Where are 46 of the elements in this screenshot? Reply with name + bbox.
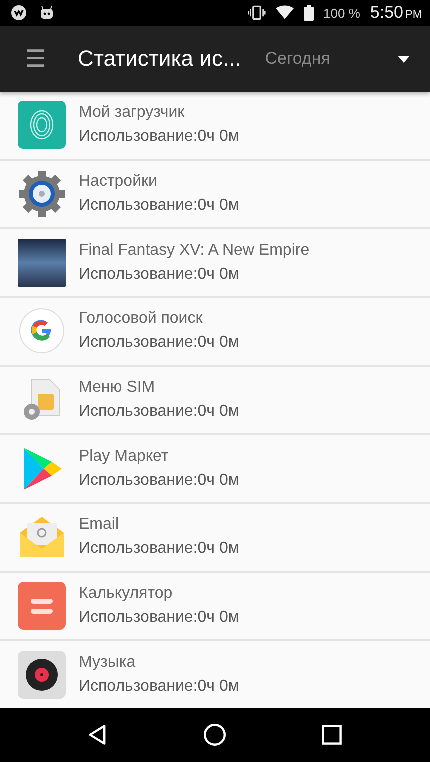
battery-percent: 100 % (324, 6, 360, 20)
gear-icon (18, 170, 66, 218)
app-name: Меню SIM (79, 379, 156, 398)
android-robot-icon (38, 5, 56, 21)
app-name: Калькулятор (79, 585, 174, 604)
menu-button[interactable]: ☰ (0, 39, 64, 79)
app-name: Мой загрузчик (79, 104, 186, 122)
app-name: Настройки (79, 173, 158, 191)
app-logo-icon (10, 5, 28, 21)
usage-time: Использование:0ч 0м (79, 472, 240, 490)
google-g-icon (18, 307, 66, 356)
battery-icon (304, 5, 314, 21)
vibrate-icon (248, 5, 266, 21)
app-name: Музыка (79, 654, 137, 672)
screen-title: Статистика ис... (78, 46, 242, 72)
app-name: Play Маркет (79, 448, 170, 466)
app-row[interactable]: Калькулятор Использование:0ч 0м (0, 572, 430, 642)
app-name: Голосовой поиск (79, 310, 204, 328)
usage-time: Использование:0ч 0м (79, 266, 240, 284)
fingerprint-icon (18, 101, 66, 150)
app-row[interactable]: Меню SIM Использование:0ч 0м (0, 366, 430, 436)
period-dropdown[interactable]: Сегодня (265, 49, 398, 69)
wifi-icon (276, 5, 294, 21)
home-icon[interactable] (204, 724, 226, 746)
caret-icon[interactable] (398, 56, 410, 62)
usage-time: Использование:0ч 0м (79, 609, 240, 628)
usage-time: Использование:0ч 0м (79, 403, 240, 422)
game-cover-placeholder (18, 238, 66, 287)
usage-time: Использование:0ч 0м (79, 197, 240, 215)
clock: 5:50 PM (370, 3, 422, 23)
app-row[interactable]: Final Fantasy XV: A New Empire Использование:0ч 0м (0, 229, 430, 298)
app-name: Email (79, 516, 120, 534)
usage-time: Использование:0ч 0м (79, 540, 240, 558)
usage-time: Использование:0ч 0м (79, 334, 240, 352)
calculator-icon (18, 582, 66, 630)
app-row[interactable]: Голосовой поиск Использование:0ч 0м (0, 298, 430, 367)
app-name: Final Fantasy XV: A New Empire (79, 242, 310, 260)
app-row[interactable]: Play Маркет Использование:0ч 0м (0, 435, 430, 504)
vinyl-record-icon (18, 650, 66, 699)
app-row[interactable]: Настройки Использование:0ч 0м (0, 160, 430, 230)
app-row[interactable]: Музыка Использование:0ч 0м (0, 641, 430, 708)
recent-apps-icon[interactable] (320, 724, 343, 746)
app-row[interactable]: Мой загрузчик Использование:0ч 0м (0, 92, 430, 161)
usage-time: Использование:0ч 0м (79, 128, 240, 146)
app-row[interactable]: Email Использование:0ч 0м (0, 504, 430, 573)
usage-time: Использование:0ч 0м (79, 678, 240, 696)
